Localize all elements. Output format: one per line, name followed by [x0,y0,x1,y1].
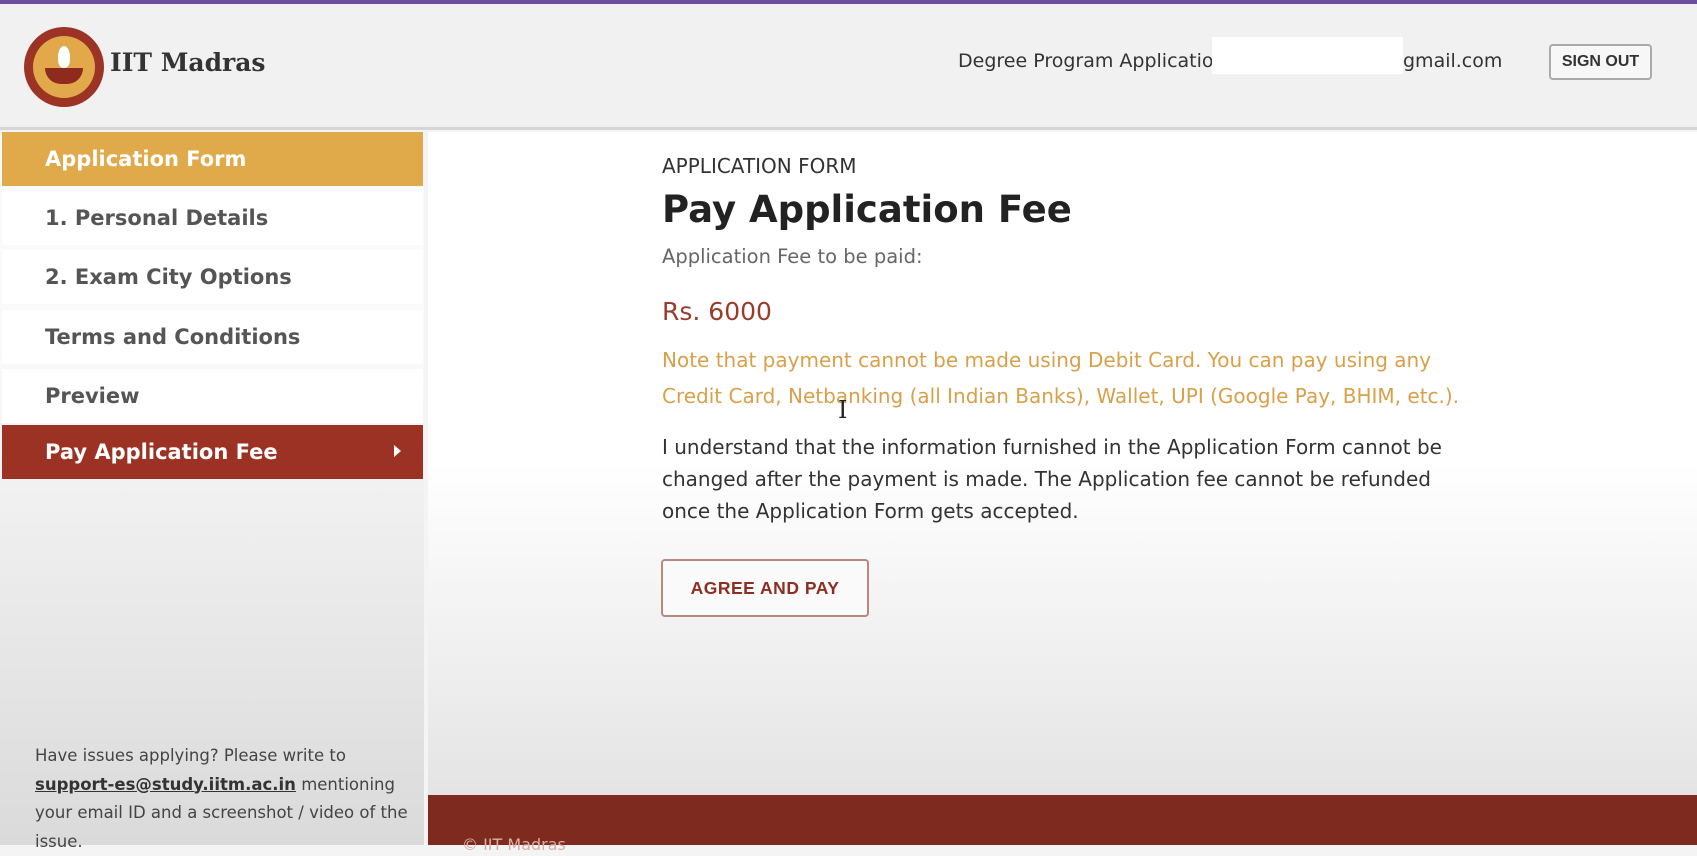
fee-label: Application Fee to be paid: [662,245,923,268]
sidebar-item-exam-city[interactable]: 2. Exam City Options [2,250,423,304]
sidebar-item-pay-fee[interactable]: Pay Application Fee [2,425,423,479]
sidebar-item-label: 2. Exam City Options [45,265,292,289]
caret-right-icon [394,445,401,457]
sidebar-item-label: 1. Personal Details [45,206,269,230]
sidebar-item-label: Pay Application Fee [45,440,278,464]
declaration-text: I understand that the information furnis… [662,435,1442,523]
sidebar: Application Form 1. Personal Details 2. … [0,132,424,845]
sidebar-item-preview[interactable]: Preview [2,369,423,423]
fee-amount: Rs. 6000 [662,297,772,326]
text-cursor-icon: I [838,396,848,424]
iitm-logo-icon[interactable] [24,27,104,107]
footer: © IIT Madras [428,795,1697,854]
agree-and-pay-button[interactable]: AGREE AND PAY [661,559,869,617]
app-label: Degree Program Application [958,50,1226,72]
help-prefix: Have issues applying? Please write to [35,746,346,765]
sidebar-item-label: Preview [45,384,140,408]
help-text: Have issues applying? Please write to sup… [35,742,415,856]
section-kicker: APPLICATION FORM [662,154,857,178]
brand-name: IIT Madras [110,48,266,77]
support-email-link[interactable]: support-es@study.iitm.ac.in [35,775,296,794]
payment-note: Note that payment cannot be made using D… [662,348,1460,408]
page-title: Pay Application Fee [662,188,1072,231]
sidebar-item-personal-details[interactable]: 1. Personal Details [2,191,423,245]
user-email: gmail.com [1403,50,1503,72]
sign-out-button[interactable]: SIGN OUT [1549,44,1652,80]
sidebar-item-terms[interactable]: Terms and Conditions [2,310,423,364]
email-redacted [1212,37,1403,74]
sidebar-item-label: Application Form [45,147,247,171]
sidebar-heading-application-form[interactable]: Application Form [2,132,423,186]
sidebar-item-label: Terms and Conditions [45,325,301,349]
